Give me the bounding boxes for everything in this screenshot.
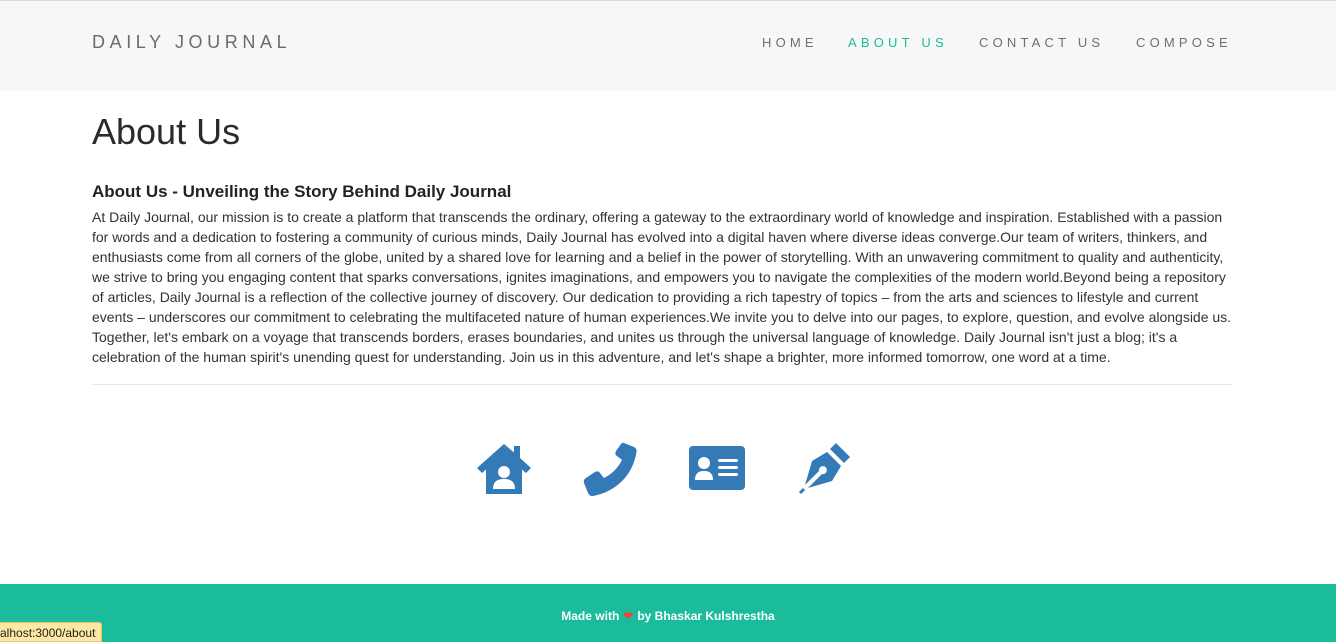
status-bar-url: alhost:3000/about	[0, 622, 103, 642]
nav-contact-link[interactable]: CONTACT US	[979, 35, 1104, 50]
house-user-icon[interactable]	[474, 441, 534, 497]
page-title: About Us	[92, 111, 241, 152]
icon-nav-row	[0, 441, 1336, 497]
footer: Made with ❤ by Bhaskar Kulshrestha	[0, 584, 1336, 642]
section-title: About Us - Unveiling the Story Behind Da…	[92, 182, 512, 201]
brand-logo-link[interactable]: DAILY JOURNAL	[92, 32, 291, 53]
pen-nib-icon[interactable]	[794, 441, 854, 497]
navbar: DAILY JOURNAL HOME ABOUT US CONTACT US C…	[0, 0, 1336, 91]
phone-icon[interactable]	[580, 441, 640, 497]
address-card-icon[interactable]	[687, 441, 747, 497]
about-body-text: At Daily Journal, our mission is to crea…	[92, 209, 1232, 365]
nav-home-link[interactable]: HOME	[762, 35, 818, 50]
heart-icon: ❤	[623, 609, 634, 623]
nav-compose-link[interactable]: COMPOSE	[1124, 13, 1248, 73]
divider	[92, 384, 1232, 385]
footer-author: by Bhaskar Kulshrestha	[637, 609, 775, 623]
footer-made-with: Made with	[561, 609, 620, 623]
footer-credit: Made with ❤ by Bhaskar Kulshrestha	[0, 609, 1336, 623]
nav-about-link[interactable]: ABOUT US	[848, 35, 948, 50]
